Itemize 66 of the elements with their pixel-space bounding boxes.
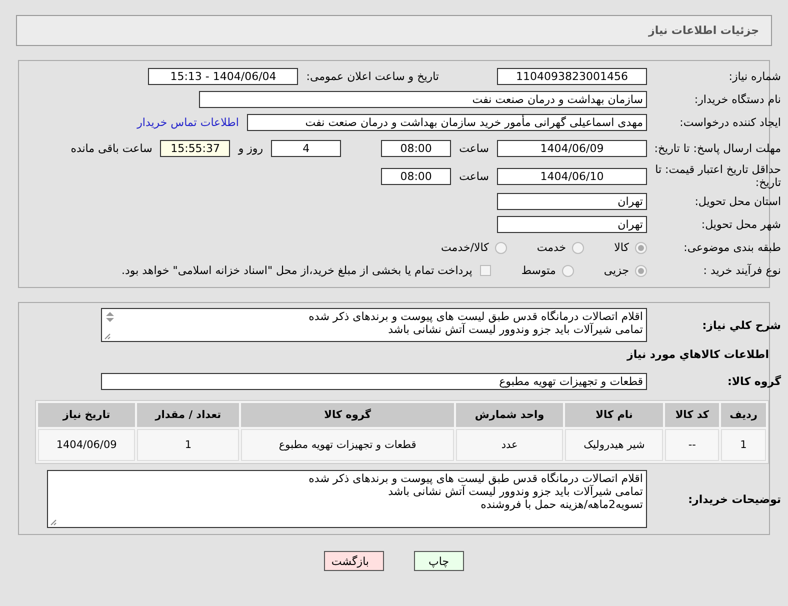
table-cell: عدد bbox=[456, 429, 564, 461]
goods-group-field: قطعات و تجهیزات تهویه مطبوع bbox=[101, 373, 647, 390]
column-header: واحد شمارش bbox=[456, 403, 564, 427]
table-cell: 1404/06/09 bbox=[38, 429, 136, 461]
back-button[interactable]: بازگشت bbox=[324, 551, 384, 571]
creator-field: مهدی اسماعیلی گهرانی مأمور خرید سازمان بهداشت و درمان صنعت نفت bbox=[247, 114, 647, 131]
column-header: ردیف bbox=[721, 403, 766, 427]
column-header: گروه کالا bbox=[241, 403, 454, 427]
field-label: حداقل تاریخ اعتبار قیمت: تا تاریخ: bbox=[654, 163, 781, 189]
field-label: شماره نیاز: bbox=[728, 70, 781, 83]
field-label: ساعت bbox=[459, 170, 489, 182]
column-header: تعداد / مقدار bbox=[137, 403, 240, 427]
field-label: طبقه بندی موضوعی: bbox=[682, 241, 781, 254]
column-header: کد کالا bbox=[665, 403, 720, 427]
field-label: مهلت ارسال پاسخ: تا تاریخ: bbox=[653, 142, 781, 154]
field-label: شهر محل تحویل: bbox=[700, 218, 781, 231]
buyer-org-field: سازمان بهداشت و درمان صنعت نفت bbox=[199, 91, 647, 108]
need-number-field: 1104093823001456 bbox=[497, 68, 647, 85]
page-title: جزئیات اطلاعات نیاز bbox=[648, 24, 759, 37]
table-cell: 1 bbox=[721, 429, 766, 461]
deadline-time-field: 08:00 bbox=[381, 140, 452, 156]
field-label: استان محل تحویل: bbox=[694, 195, 781, 208]
field-label: گروه کالا: bbox=[726, 375, 781, 388]
validity-date-field: 1404/06/10 bbox=[497, 168, 647, 184]
table-cell: شیر هیدرولیک bbox=[565, 429, 664, 461]
description-textarea[interactable]: اقلام اتصالات درمانگاه قدس طبق لیست های پیوست و برندهای ذکر شده تمامی شیرآلات باید جزو وندوور لیست آتش نشانی باشد bbox=[101, 308, 647, 342]
validity-time-field: 08:00 bbox=[381, 168, 452, 184]
resize-grip-icon bbox=[50, 519, 57, 526]
option-label: کالا/خدمت bbox=[441, 241, 489, 254]
city-field: تهران bbox=[497, 216, 647, 233]
radio-button[interactable] bbox=[572, 242, 584, 254]
radio-button[interactable] bbox=[562, 264, 574, 276]
field-label: شرح کلي نياز: bbox=[701, 318, 781, 332]
scroll-arrows-icon bbox=[105, 311, 115, 323]
section-title: اطلاعات کالاهاي مورد نياز bbox=[626, 348, 769, 361]
table-cell: -- bbox=[665, 429, 720, 461]
field-label: روز و bbox=[238, 142, 264, 154]
radio-button[interactable] bbox=[494, 242, 507, 254]
deadline-date-field: 1404/06/09 bbox=[497, 140, 647, 156]
checkbox[interactable] bbox=[480, 265, 492, 276]
contact-link[interactable]: اطلاعات تماس خریدار bbox=[137, 116, 239, 129]
column-header: نام کالا bbox=[565, 403, 664, 427]
option-label: خدمت bbox=[536, 241, 566, 254]
field-label: توضیحات خریدار: bbox=[687, 492, 781, 506]
announce-date-field: 1404/06/04 - 15:13 bbox=[148, 68, 298, 85]
days-field: 4 bbox=[271, 140, 342, 156]
option-label: جزیی bbox=[604, 264, 629, 277]
print-button[interactable]: چاپ bbox=[414, 551, 464, 571]
table-cell: 1 bbox=[137, 429, 240, 461]
column-header: تاریخ نیاز bbox=[38, 403, 136, 427]
field-label: نام دستگاه خریدار: bbox=[693, 93, 781, 106]
field-label: تاریخ و ساعت اعلان عمومی: bbox=[306, 70, 439, 83]
option-label: کالا bbox=[614, 241, 629, 254]
resize-grip-icon bbox=[104, 333, 111, 340]
table-cell: قطعات و تجهیزات تهویه مطبوع bbox=[241, 429, 454, 461]
radio-button[interactable] bbox=[635, 264, 647, 276]
field-label: ایجاد کننده درخواست: bbox=[678, 116, 781, 129]
field-label: نوع فرآیند خرید : bbox=[702, 264, 781, 277]
field-label: ساعت باقی مانده bbox=[70, 142, 152, 154]
option-label: متوسط bbox=[521, 264, 556, 277]
checkbox-label: پرداخت تمام یا بخشی از مبلغ خرید،از محل "اسناد خزانه اسلامی" خواهد بود. bbox=[122, 264, 472, 277]
province-field: تهران bbox=[497, 193, 647, 210]
remaining-time-field: 15:55:37 bbox=[160, 140, 230, 156]
field-label: ساعت bbox=[459, 142, 489, 154]
buyer-notes-textarea[interactable]: اقلام اتصالات درمانگاه قدس طبق لیست های پیوست و برندهای ذکر شده تمامی شیرآلات باید جزو وندوور لیست آتش نشانی باشد تسویه2ماهه/هزینه حمل با فروشنده bbox=[47, 470, 647, 528]
radio-button[interactable] bbox=[635, 242, 647, 254]
